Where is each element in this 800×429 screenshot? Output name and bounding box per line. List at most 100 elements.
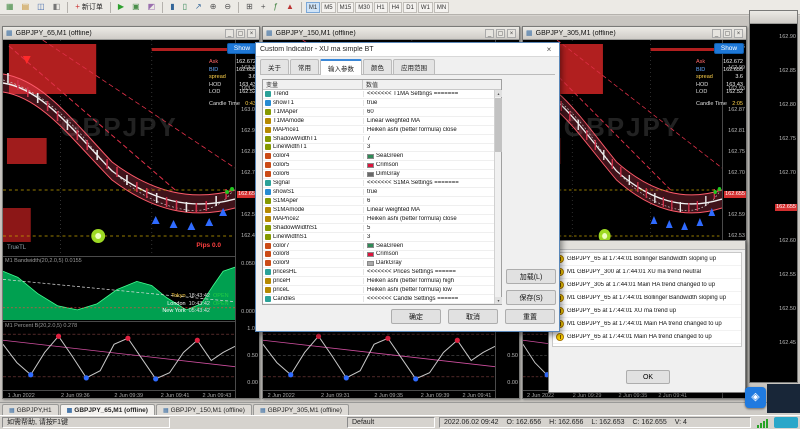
new-order-button[interactable]: +新订单	[72, 1, 106, 13]
cancel-button[interactable]: 取消	[448, 309, 498, 324]
scroll-up-icon[interactable]: ▴	[495, 90, 502, 97]
chart-profiles-button[interactable]: ▤	[19, 1, 33, 13]
param-row[interactable]: S1MAmodeLinear weighted MA	[263, 206, 494, 215]
autotrade-button[interactable]: ▶	[115, 1, 127, 13]
strategy-tester-button[interactable]: ◩	[145, 1, 159, 13]
chart-titlebar[interactable]: ▦ GBPJPY_65,M1 (offline) _ ▢ ×	[3, 27, 259, 40]
param-row[interactable]: priceHHeiken ashi (better formula) high	[263, 277, 494, 286]
table-scrollbar[interactable]: ▴ ▾	[494, 90, 501, 304]
param-value[interactable]: Heiken ashi (better formula) close	[363, 127, 494, 133]
param-value[interactable]: <<<<<<< S1MA Settings =======	[363, 180, 494, 186]
alerts-ok-button[interactable]: OK	[626, 370, 670, 384]
param-value[interactable]: Heiken ashi (better formula) high	[363, 278, 494, 284]
param-value[interactable]: SeaGreen	[363, 243, 494, 249]
price-chart-canvas[interactable]	[3, 40, 235, 255]
param-row[interactable]: priceLHeiken ashi (better formula) low	[263, 286, 494, 295]
reset-button[interactable]: 重置	[505, 309, 555, 324]
param-value[interactable]: Crimson	[363, 251, 494, 257]
param-value[interactable]: 6	[363, 198, 494, 204]
alert-row[interactable]: GBPJPY_305 at 17:44:01 Main HA trend cha…	[553, 279, 741, 292]
param-row[interactable]: MAPrice1Heiken ashi (better formula) clo…	[263, 126, 494, 135]
param-value[interactable]: 3	[363, 234, 494, 240]
chart-restore-button[interactable]: ▢	[236, 29, 245, 38]
param-value[interactable]: Linear weighted MA	[363, 118, 494, 124]
chart-close-button[interactable]: ×	[507, 29, 516, 38]
dialog-tab-3[interactable]: 输入参数	[320, 59, 362, 75]
widget-icon[interactable]: ◈	[745, 387, 766, 408]
param-value[interactable]: 5	[363, 225, 494, 231]
chart-tab[interactable]: ▦GBPJPY,H1	[2, 404, 59, 415]
alert-row[interactable]: GBPJPY_65 at 17:44:01 XU ma trend up	[553, 305, 741, 318]
param-value[interactable]: Heiken ashi (better formula) close	[363, 216, 494, 222]
param-row[interactable]: color8Crimson	[263, 251, 494, 260]
timeframe-m5-button[interactable]: M5	[321, 2, 335, 13]
param-row[interactable]: MAPrice2Heiken ashi (better formula) clo…	[263, 215, 494, 224]
chart-restore-button[interactable]: ▢	[496, 29, 505, 38]
chart-window[interactable]: ▦ GBPJPY_65,M1 (offline) _ ▢ × GBPJPY Pi…	[2, 26, 260, 399]
param-value[interactable]: DimGray	[363, 171, 494, 177]
scroll-thumb[interactable]	[495, 98, 502, 152]
timeframe-m15-button[interactable]: M15	[337, 2, 355, 13]
objects-button[interactable]: ▲	[283, 1, 297, 13]
tile-windows-button[interactable]: ⊞	[243, 1, 256, 13]
param-row[interactable]: ShadowWidthT17	[263, 135, 494, 144]
alerts-titlebar[interactable]	[549, 241, 745, 250]
bars-chart-button[interactable]: ▮	[167, 1, 177, 13]
profile-name[interactable]: Default	[347, 417, 435, 428]
chart-close-button[interactable]: ×	[247, 29, 256, 38]
chart-tab[interactable]: ▦GBPJPY_65,M1 (offline)	[60, 404, 155, 415]
timeframe-mn-button[interactable]: MN	[434, 2, 449, 13]
alert-row[interactable]: GBPJPY_65 at 17:44:01 Bollinger Bandwidt…	[553, 253, 741, 266]
show-button[interactable]: Show	[714, 43, 744, 54]
param-value[interactable]: <<<<<<< Prices Settings ======	[363, 269, 494, 275]
chart-titlebar[interactable]: ▦ GBPJPY_305,M1 (offline) _ ▢ ×	[523, 27, 746, 40]
param-row[interactable]: T1MAper60	[263, 108, 494, 117]
dialog-tab-4[interactable]: 颜色	[363, 59, 392, 74]
chart-main-area[interactable]: GBPJPY Pips 0.0 TrueTL	[3, 40, 235, 255]
param-row[interactable]: LineWidthS13	[263, 233, 494, 242]
taskbar-weather-icon[interactable]	[774, 417, 798, 428]
timeframe-h4-button[interactable]: H4	[389, 2, 403, 13]
navigator-button[interactable]: ◧	[50, 1, 64, 13]
crosshair-button[interactable]: +	[258, 1, 269, 13]
dialog-close-icon[interactable]: ×	[543, 45, 555, 54]
param-row[interactable]: showS1true	[263, 188, 494, 197]
param-row[interactable]: color6DimGray	[263, 170, 494, 179]
param-row[interactable]: T1MAmodeLinear weighted MA	[263, 117, 494, 126]
param-row[interactable]: ShadowWidthS15	[263, 224, 494, 233]
timeframe-m1-button[interactable]: M1	[306, 2, 320, 13]
dialog-tab-1[interactable]: 关于	[260, 59, 289, 74]
param-row[interactable]: color5Crimson	[263, 161, 494, 170]
alert-row[interactable]: GBPJPY_65 at 17:44:01 Main HA trend chan…	[553, 331, 741, 344]
chart-restore-button[interactable]: ▢	[723, 29, 732, 38]
chart-close-button[interactable]: ×	[734, 29, 743, 38]
percentb-subwindow[interactable]: M1 Percent B(20,2.0,5) 0.278	[3, 321, 235, 389]
zoom-in-button[interactable]: ⊕	[207, 1, 220, 13]
param-value[interactable]: Crimson	[363, 162, 494, 168]
param-row[interactable]: Candles<<<<<<< Candle Settings ======	[263, 295, 494, 304]
param-value[interactable]: Heiken ashi (better formula) low	[363, 287, 494, 293]
ok-button[interactable]: 确定	[391, 309, 441, 324]
alert-row[interactable]: M1 GBPJPY_65 at 17:44:01 Main HA trend c…	[553, 318, 741, 331]
terminal-button[interactable]: ▣	[129, 1, 143, 13]
param-value[interactable]: <<<<<<< Candle Settings ======	[363, 296, 494, 302]
param-value[interactable]: 7	[363, 136, 494, 142]
scroll-down-icon[interactable]: ▾	[495, 297, 502, 304]
timeframe-d1-button[interactable]: D1	[403, 2, 417, 13]
side-price-panel[interactable]: 162.90162.85162.80162.75162.70162.655162…	[749, 10, 798, 383]
timeframe-w1-button[interactable]: W1	[418, 2, 433, 13]
param-row[interactable]: LineWidthT13	[263, 144, 494, 153]
dialog-tab-2[interactable]: 常用	[290, 59, 319, 74]
save-button[interactable]: 保存(S)	[506, 290, 556, 305]
dialog-titlebar[interactable]: Custom Indicator - XU ma simple BT ×	[256, 43, 559, 57]
chart-titlebar[interactable]: ▦ GBPJPY_150,M1 (offline) _ ▢ ×	[263, 27, 519, 40]
param-row[interactable]: Signal<<<<<<< S1MA Settings =======	[263, 179, 494, 188]
param-row[interactable]: pricesHL<<<<<<< Prices Settings ======	[263, 268, 494, 277]
param-value[interactable]: Linear weighted MA	[363, 207, 494, 213]
param-value[interactable]: 60	[363, 109, 494, 115]
param-value[interactable]: DarkGray	[363, 260, 494, 266]
param-row[interactable]: S1MAper6	[263, 197, 494, 206]
param-value[interactable]: true	[363, 189, 494, 195]
candles-chart-button[interactable]: ▯	[180, 1, 190, 13]
alert-row[interactable]: M1 GBPJPY_65 at 17:44:01 Bollinger Bandw…	[553, 292, 741, 305]
